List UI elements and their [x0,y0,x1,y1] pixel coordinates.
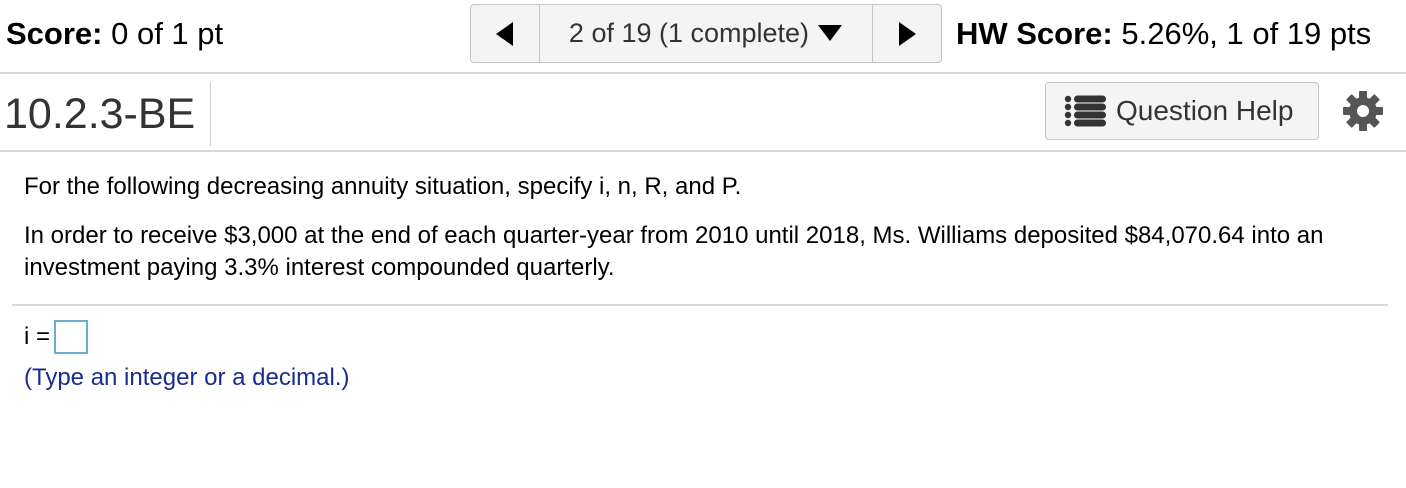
gear-icon[interactable] [1342,90,1384,132]
score-value: 0 of 1 pt [111,16,224,51]
hw-score-value: 5.26%, 1 of 19 pts [1121,16,1372,51]
question-navigator: 2 of 19 (1 complete) [470,4,942,63]
next-question-button[interactable] [873,5,941,62]
question-select-dropdown[interactable]: 2 of 19 (1 complete) [539,5,873,62]
answer-row: i = [24,320,89,354]
question-progress-text: 2 of 19 (1 complete) [568,18,810,48]
question-bar: 10.2.3-BE Question Help [0,74,1406,152]
question-help-button[interactable]: Question Help [1045,82,1319,140]
answer-input-i[interactable] [54,320,89,354]
divider [210,82,211,146]
caret-down-icon [817,18,843,49]
hw-score-display: HW Score: 5.26%, 1 of 19 pts [956,14,1371,54]
answer-label: i = [24,323,51,350]
hw-score-label: HW Score: [956,16,1113,51]
question-intro: For the following decreasing annuity sit… [24,173,742,200]
triangle-left-icon [496,21,513,46]
previous-question-button[interactable] [471,5,539,62]
question-content: For the following decreasing annuity sit… [24,170,1384,284]
question-help-label: Question Help [1116,95,1294,126]
answer-hint: (Type an integer or a decimal.) [24,364,350,391]
top-bar: Score: 0 of 1 pt 2 of 19 (1 complete) HW… [0,0,1406,74]
score-display: Score: 0 of 1 pt [6,14,223,54]
score-label: Score: [6,16,103,51]
triangle-right-icon [899,21,916,46]
question-id: 10.2.3-BE [4,90,196,138]
list-icon [1064,95,1106,127]
divider [12,304,1388,306]
question-problem-text: In order to receive $3,000 at the end of… [24,222,1324,281]
